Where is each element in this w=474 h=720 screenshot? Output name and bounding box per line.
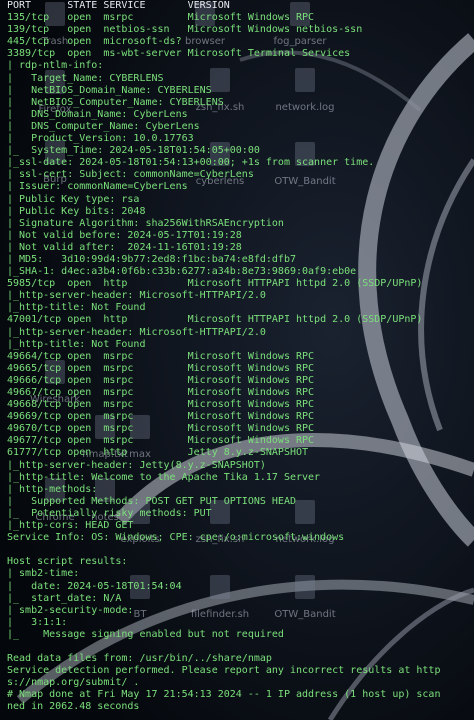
terminal-line: 49664/tcp open msrpc Microsoft Windows R… — [7, 350, 315, 362]
terminal-line: | NetBIOS_Computer_Name: CYBERLENS — [7, 96, 224, 108]
terminal-line: |_http-server-header: Microsoft-HTTPAPI/… — [7, 290, 266, 302]
terminal-line: 135/tcp open msrpc Microsoft Windows RPC — [7, 12, 315, 24]
terminal-line: 445/tcp open microsoft-ds? — [7, 36, 182, 48]
terminal-line: # Nmap done at Fri May 17 21:54:13 2024 … — [7, 689, 441, 701]
terminal-line: 49670/tcp open msrpc Microsoft Windows R… — [7, 423, 315, 435]
terminal-line: Service Info: OS: Windows; CPE: cpe:/o:m… — [7, 532, 345, 544]
terminal-output[interactable]: PORT STATE SERVICE VERSION 135/tcp open m… — [0, 0, 474, 720]
terminal-line: | date: 2024-05-18T01:54:04 — [7, 580, 182, 592]
terminal-line: ned in 2062.48 seconds — [7, 701, 140, 713]
terminal-line: |_http-title: Not Found — [7, 302, 146, 314]
terminal-line: s://nmap.org/submit/ . — [7, 677, 140, 689]
terminal-line: |_http-server-header: Jetty(8.y.z-SNAPSH… — [7, 459, 266, 471]
terminal-line: | MD5: 3d10:99d4:9b77:2ed8:f1bc:ba74:e8f… — [7, 253, 296, 265]
terminal-line: |_http-title: Welcome to the Apache Tika… — [7, 471, 321, 483]
terminal-line: | http-methods: — [7, 483, 104, 495]
terminal-line: | Issuer: commonName=CyberLens — [7, 181, 188, 193]
terminal-line: | DNS_Domain_Name: CyberLens — [7, 108, 188, 120]
terminal-line: | Product_Version: 10.0.17763 — [7, 133, 194, 145]
terminal-line: 3389/tcp open ms-wbt-server Microsoft Te… — [7, 48, 351, 60]
terminal-line: | 3:1:1: — [7, 616, 74, 628]
terminal-line: | Public Key type: rsa — [7, 193, 140, 205]
terminal-line: 139/tcp open netbios-ssn Microsoft Windo… — [7, 24, 363, 36]
terminal-line: | Signature Algorithm: sha256WithRSAEncr… — [7, 217, 284, 229]
terminal-line: |_SHA-1: d4ec:a3b4:0f6b:c33b:6277:a34b:8… — [7, 266, 357, 278]
terminal-line: | smb2-time: — [7, 568, 86, 580]
terminal-line: |_ssl-date: 2024-05-18T01:54:13+00:00; +… — [7, 157, 375, 169]
terminal-line: | smb2-security-mode: — [7, 604, 140, 616]
terminal-line: | rdp-ntlm-info: — [7, 60, 110, 72]
terminal-line: |_ start_date: N/A — [7, 592, 122, 604]
terminal-line: | DNS_Computer_Name: CyberLens — [7, 120, 200, 132]
terminal-line: 49665/tcp open msrpc Microsoft Windows R… — [7, 362, 315, 374]
terminal-line: | Public Key bits: 2048 — [7, 205, 146, 217]
terminal-line: |_http-title: Not Found — [7, 338, 146, 350]
terminal-line: 61777/tcp open http Jetty 8.y.z-SNAPSHOT — [7, 447, 309, 459]
terminal-line: |_http-server-header: Microsoft-HTTPAPI/… — [7, 326, 266, 338]
terminal-line: 49669/tcp open msrpc Microsoft Windows R… — [7, 411, 315, 423]
terminal-line: | Not valid after: 2024-11-16T01:19:28 — [7, 241, 242, 253]
terminal-line: |_ Message signing enabled but not requi… — [7, 628, 284, 640]
terminal-line: 49668/tcp open msrpc Microsoft Windows R… — [7, 399, 315, 411]
terminal-line: |_http-cors: HEAD GET — [7, 520, 134, 532]
terminal-line: 49677/tcp open msrpc Microsoft Windows R… — [7, 435, 315, 447]
terminal-line: PORT STATE SERVICE VERSION — [7, 0, 230, 11]
terminal-line: 47001/tcp open http Microsoft HTTPAPI ht… — [7, 314, 423, 326]
terminal-line: Host script results: — [7, 556, 128, 568]
terminal-line: |_ Potentially risky methods: PUT — [7, 507, 212, 519]
terminal-line: Read data files from: /usr/bin/../share/… — [7, 653, 272, 665]
terminal-line: 49667/tcp open msrpc Microsoft Windows R… — [7, 387, 315, 398]
terminal-line: | Not valid before: 2024-05-17T01:19:28 — [7, 229, 242, 241]
terminal-line: 49666/tcp open msrpc Microsoft Windows R… — [7, 374, 315, 386]
terminal-line: | ssl-cert: Subject: commonName=CyberLen… — [7, 169, 254, 181]
terminal-line: | Supported Methods: POST GET PUT OPTION… — [7, 495, 296, 507]
terminal-line: 5985/tcp open http Microsoft HTTPAPI htt… — [7, 278, 423, 290]
terminal-line: |_ System_Time: 2024-05-18T01:54:05+00:0… — [7, 145, 260, 157]
terminal-line: Service detection performed. Please repo… — [7, 665, 441, 677]
terminal-line: | Target_Name: CYBERLENS — [7, 72, 164, 84]
terminal-line: | NetBIOS_Domain_Name: CYBERLENS — [7, 84, 212, 96]
